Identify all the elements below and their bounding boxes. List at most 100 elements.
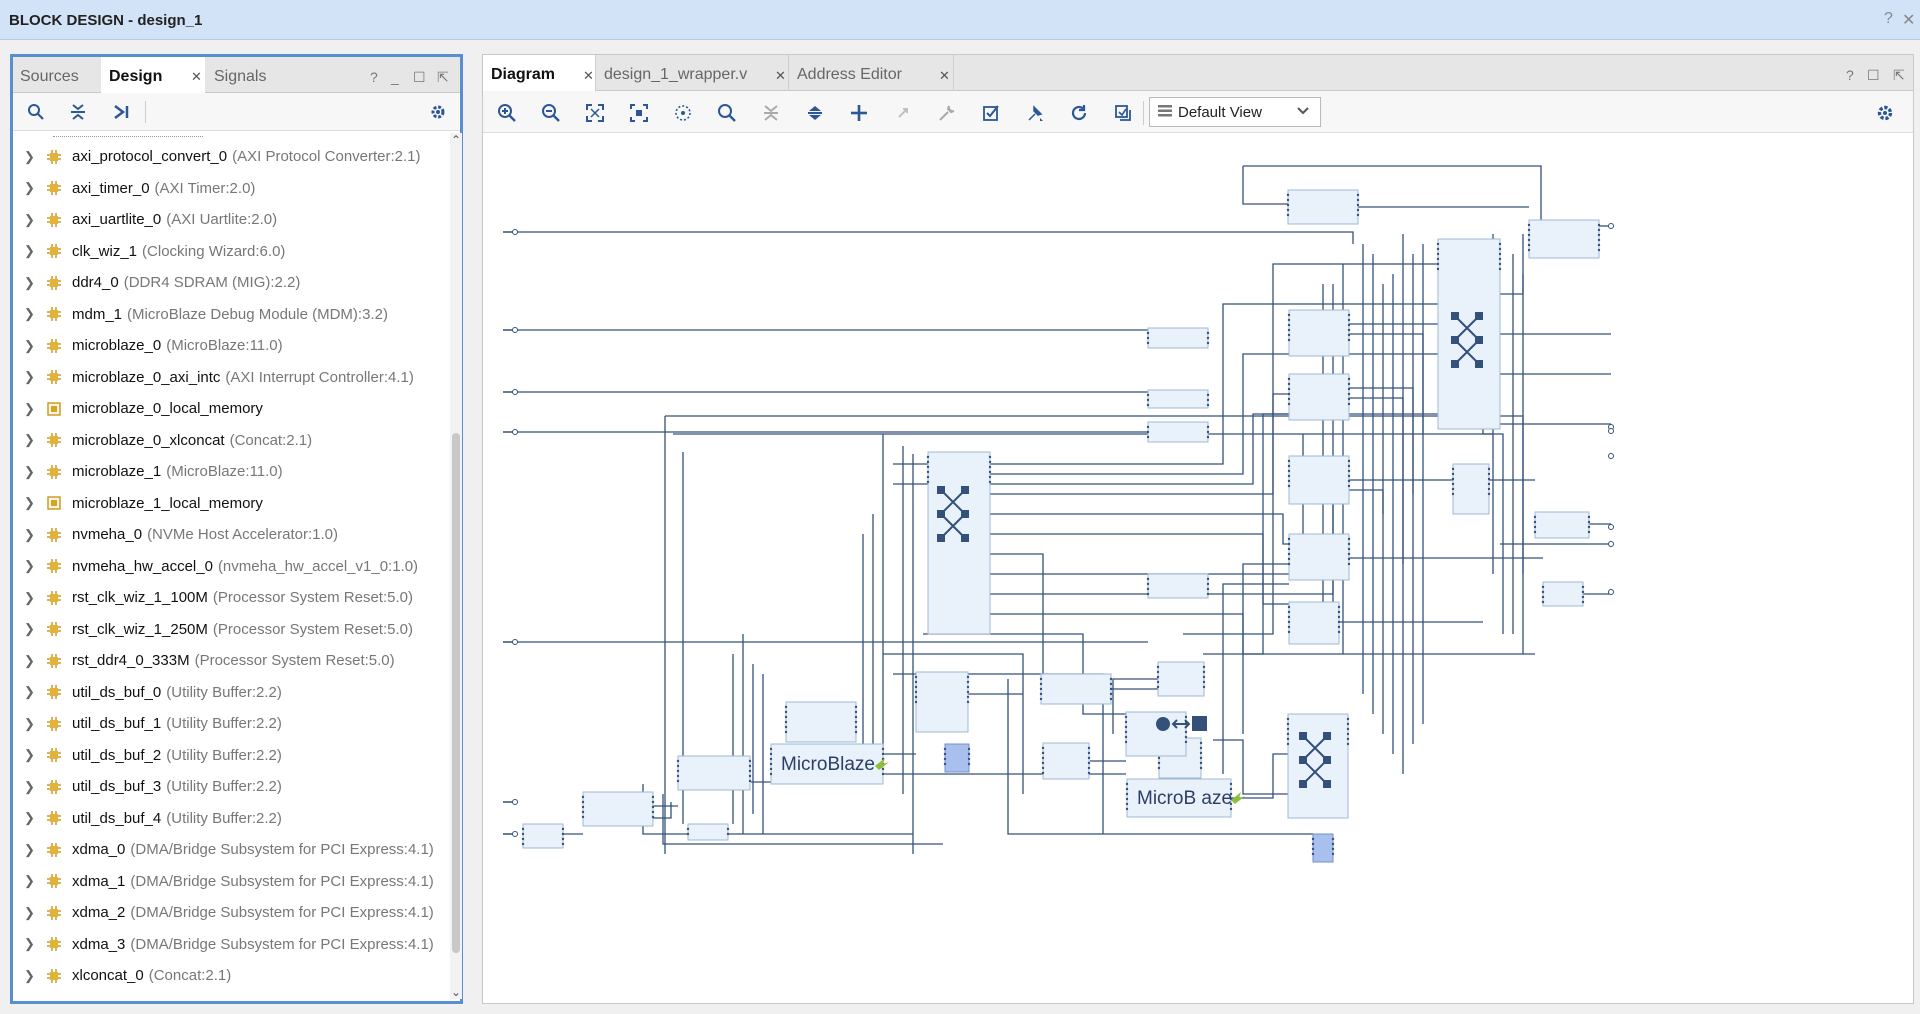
- block-diagram-canvas[interactable]: MicroBlaze MicroB aze: [483, 134, 1913, 1003]
- chevron-right-icon[interactable]: ❯: [24, 684, 40, 700]
- external-port[interactable]: [512, 327, 518, 333]
- chevron-right-icon[interactable]: ❯: [24, 338, 40, 354]
- scroll-down-icon[interactable]: ⌄: [450, 985, 462, 999]
- tree-item[interactable]: ❯ mdm_1 (MicroBlaze Debug Module (MDM):3.2…: [13, 299, 445, 330]
- ip-block[interactable]: [944, 743, 970, 773]
- tree-item[interactable]: ❯ xlconcat_0 (Concat:2.1): [13, 960, 445, 991]
- tab-sources[interactable]: Sources: [13, 57, 101, 93]
- minimize-icon[interactable]: _: [391, 69, 399, 85]
- chevron-right-icon[interactable]: ❯: [24, 401, 40, 417]
- chevron-right-icon[interactable]: ❯: [24, 180, 40, 196]
- chevron-right-icon[interactable]: ❯: [24, 590, 40, 606]
- ip-block[interactable]: [1147, 421, 1209, 443]
- net-wire[interactable]: [990, 263, 1438, 495]
- ip-block[interactable]: [582, 791, 654, 827]
- ip-block[interactable]: [1312, 833, 1334, 863]
- chevron-right-icon[interactable]: ❯: [24, 905, 40, 921]
- tab-diagram[interactable]: Diagram ✕: [483, 55, 596, 92]
- tree-item[interactable]: ❯ xdma_0 (DMA/Bridge Subsystem for PCI Exp…: [13, 834, 445, 865]
- tree-item[interactable]: ❯ axi_protocol_convert_0 (AXI Protocol Con…: [13, 141, 445, 172]
- chevron-right-icon[interactable]: ❯: [24, 212, 40, 228]
- make-connection-icon[interactable]: [889, 99, 917, 127]
- help-icon[interactable]: ?: [370, 69, 378, 85]
- expand-all-icon[interactable]: [109, 99, 135, 125]
- zoom-in-icon[interactable]: [493, 99, 521, 127]
- chevron-right-icon[interactable]: ❯: [24, 842, 40, 858]
- ip-block[interactable]: [1288, 373, 1350, 421]
- chevron-right-icon[interactable]: ❯: [24, 149, 40, 165]
- net-wire[interactable]: [872, 514, 916, 755]
- chevron-right-icon[interactable]: ❯: [24, 621, 40, 637]
- chevron-right-icon[interactable]: ❯: [24, 495, 40, 511]
- tree-item[interactable]: ❯ axi_uartlite_0 (AXI Uartlite:2.0): [13, 204, 445, 235]
- chevron-right-icon[interactable]: ❯: [24, 968, 40, 984]
- tree-item[interactable]: ❯ rst_ddr4_0_333M (Processor System Reset:…: [13, 645, 445, 676]
- tree-item[interactable]: ❯ microblaze_0 (MicroBlaze:11.0): [13, 330, 445, 361]
- net-wire[interactable]: [990, 434, 1304, 575]
- net-wire[interactable]: [1222, 583, 1289, 774]
- tab-address-editor[interactable]: Address Editor ✕: [789, 55, 954, 91]
- ip-block[interactable]: [1288, 455, 1350, 505]
- chevron-right-icon[interactable]: ❯: [24, 275, 40, 291]
- scroll-up-icon[interactable]: ⌃: [450, 133, 462, 147]
- auto-connect-icon[interactable]: [1021, 99, 1049, 127]
- close-tab-icon[interactable]: ✕: [939, 68, 950, 84]
- external-port[interactable]: [1608, 428, 1614, 434]
- ip-block[interactable]: [522, 823, 564, 849]
- net-wire[interactable]: [990, 513, 1289, 545]
- close-tab-icon[interactable]: ✕: [775, 68, 786, 84]
- external-port[interactable]: [512, 639, 518, 645]
- close-tab-icon[interactable]: ✕: [191, 69, 202, 85]
- external-port[interactable]: [1608, 223, 1614, 229]
- collapse-all-icon[interactable]: [65, 99, 91, 125]
- external-port[interactable]: [512, 429, 518, 435]
- ip-block[interactable]: [1288, 309, 1350, 357]
- external-port[interactable]: [512, 831, 518, 837]
- ip-block[interactable]: [915, 671, 969, 733]
- settings-gear-icon[interactable]: [425, 99, 451, 125]
- tree-item[interactable]: ❯ xdma_1 (DMA/Bridge Subsystem for PCI Exp…: [13, 866, 445, 897]
- search-icon[interactable]: [23, 99, 49, 125]
- float-icon[interactable]: ⇱: [1893, 67, 1905, 84]
- tree-item[interactable]: ❯ microblaze_0_axi_intc (AXI Interrupt Con…: [13, 362, 445, 393]
- zoom-selection-icon[interactable]: [625, 99, 653, 127]
- close-tab-icon[interactable]: ✕: [583, 68, 594, 84]
- net-wire[interactable]: [665, 415, 1524, 574]
- tree-item[interactable]: ❯ util_ds_buf_0 (Utility Buffer:2.2): [13, 677, 445, 708]
- ip-block[interactable]: [1437, 238, 1501, 430]
- ip-block[interactable]: [1040, 673, 1112, 705]
- net-wire[interactable]: [1349, 333, 1424, 434]
- ip-block[interactable]: [1534, 511, 1590, 539]
- ip-block[interactable]: [687, 823, 729, 841]
- float-icon[interactable]: ⇱: [437, 69, 449, 86]
- tree-item[interactable]: ❯ nvmeha_0 (NVMe Host Accelerator:1.0): [13, 519, 445, 550]
- net-wire[interactable]: [515, 231, 1354, 244]
- tree-item[interactable]: ❯ microblaze_0_local_memory: [13, 393, 445, 424]
- tree-item[interactable]: ❯ util_ds_buf_4 (Utility Buffer:2.2): [13, 803, 445, 834]
- ip-block[interactable]: [1147, 389, 1209, 409]
- tree-item[interactable]: ❯ util_ds_buf_1 (Utility Buffer:2.2): [13, 708, 445, 739]
- net-wire[interactable]: [1231, 753, 1288, 799]
- external-port[interactable]: [512, 229, 518, 235]
- chevron-right-icon[interactable]: ❯: [24, 464, 40, 480]
- chevron-right-icon[interactable]: ❯: [24, 432, 40, 448]
- chevron-right-icon[interactable]: ❯: [24, 810, 40, 826]
- ip-block[interactable]: [677, 755, 751, 791]
- net-wire[interactable]: [653, 802, 672, 819]
- chevron-right-icon[interactable]: ❯: [24, 936, 40, 952]
- tree-item[interactable]: ❯ ddr4_0 (DDR4 SDRAM (MIG):2.2): [13, 267, 445, 298]
- view-selector-dropdown[interactable]: Default View: [1149, 97, 1321, 127]
- ip-block[interactable]: [1542, 581, 1584, 607]
- tree-item[interactable]: ❯ clk_wiz_1 (Clocking Wizard:6.0): [13, 236, 445, 267]
- net-wire[interactable]: [1242, 563, 1289, 734]
- tree-vertical-scrollbar[interactable]: ⌃ ⌄: [450, 133, 462, 999]
- chevron-right-icon[interactable]: ❯: [24, 653, 40, 669]
- ip-block[interactable]: [1528, 219, 1600, 259]
- external-port[interactable]: [1608, 453, 1614, 459]
- wrench-icon[interactable]: [933, 99, 961, 127]
- tree-item[interactable]: ❯ xdma_3 (DMA/Bridge Subsystem for PCI Exp…: [13, 929, 445, 960]
- net-wire[interactable]: [1349, 397, 1404, 564]
- chevron-right-icon[interactable]: ❯: [24, 243, 40, 259]
- tree-item[interactable]: ❯ microblaze_1_local_memory: [13, 488, 445, 519]
- chevron-right-icon[interactable]: ❯: [24, 716, 40, 732]
